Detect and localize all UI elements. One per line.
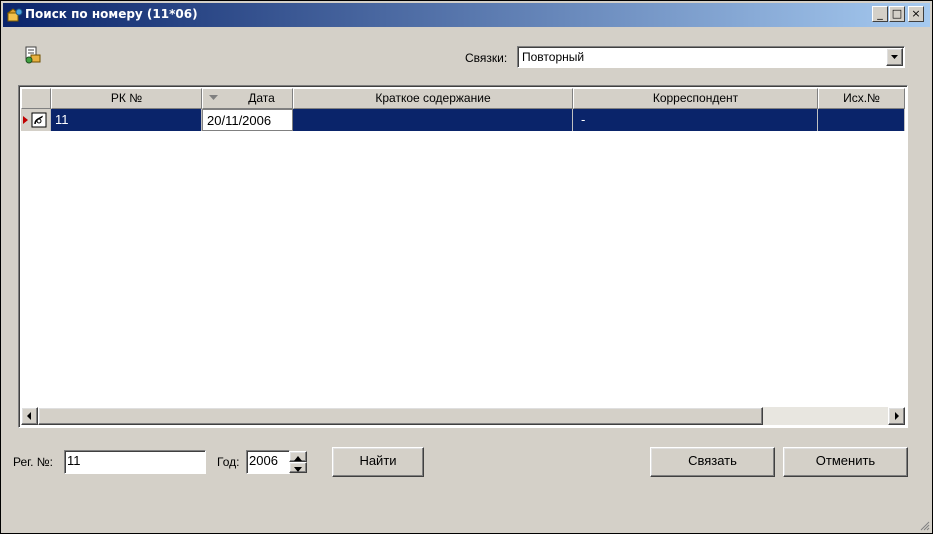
app-icon (7, 8, 23, 22)
maximize-icon: □ (891, 7, 903, 20)
cell-correspondent: - (573, 109, 818, 131)
maximize-button[interactable]: □ (889, 6, 905, 22)
scroll-right-button[interactable] (888, 407, 905, 425)
minimize-button[interactable]: _ (872, 6, 888, 22)
cell-date: 20/11/2006 (202, 109, 293, 131)
year-input[interactable]: 2006 (246, 450, 290, 474)
search-by-number-window: Поиск по номеру (11*06) _ □ × Связки: По… (0, 0, 933, 534)
row-indicator (21, 109, 51, 131)
table-row[interactable]: 11 20/11/2006 - (21, 109, 905, 131)
cancel-button[interactable]: Отменить (783, 447, 908, 477)
reg-number-input[interactable]: 11 (64, 450, 206, 474)
reg-number-label: Рег. №: (13, 455, 53, 469)
cell-rk: 11 (51, 109, 202, 131)
year-stepper[interactable] (289, 451, 307, 473)
close-icon: × (911, 7, 921, 20)
indicator-column-header (21, 88, 51, 109)
scroll-left-button[interactable] (21, 407, 38, 425)
window-title: Поиск по номеру (11*06) (25, 7, 198, 21)
column-header-summary[interactable]: Краткое содержание (293, 88, 573, 109)
grid-header: РК № Дата Краткое содержание Корреспонде… (21, 88, 905, 109)
sort-desc-icon (209, 95, 218, 100)
column-header-rk[interactable]: РК № (51, 88, 202, 109)
minimize-icon: _ (877, 7, 883, 20)
column-header-date-label: Дата (248, 91, 275, 105)
links-select-value: Повторный (522, 50, 585, 64)
column-header-out-no[interactable]: Исх.№ (818, 88, 905, 109)
links-label: Связки: (465, 51, 508, 65)
arrow-right-icon (895, 412, 899, 420)
arrow-down-icon (294, 467, 302, 472)
scroll-thumb[interactable] (38, 407, 763, 425)
column-header-date[interactable]: Дата (202, 88, 293, 109)
year-label: Год: (217, 455, 240, 469)
year-down-button[interactable] (289, 462, 307, 473)
close-button[interactable]: × (908, 6, 924, 22)
title-bar[interactable]: Поиск по номеру (11*06) _ □ × (3, 3, 930, 27)
column-header-correspondent[interactable]: Корреспондент (573, 88, 818, 109)
horizontal-scrollbar[interactable] (21, 407, 905, 425)
results-grid[interactable]: РК № Дата Краткое содержание Корреспонде… (18, 85, 908, 428)
cell-summary (293, 109, 573, 131)
card-icon (31, 112, 47, 128)
document-link-icon[interactable] (23, 45, 43, 65)
current-row-arrow-icon (23, 116, 28, 124)
chevron-down-icon (891, 55, 898, 59)
arrow-left-icon (27, 412, 31, 420)
links-select[interactable]: Повторный (517, 46, 905, 68)
find-button[interactable]: Найти (332, 447, 424, 477)
resize-grip-icon[interactable] (918, 519, 930, 531)
link-button[interactable]: Связать (650, 447, 775, 477)
year-up-button[interactable] (289, 451, 307, 462)
cell-out-no (818, 109, 905, 131)
links-select-dropdown-button[interactable] (886, 48, 903, 66)
